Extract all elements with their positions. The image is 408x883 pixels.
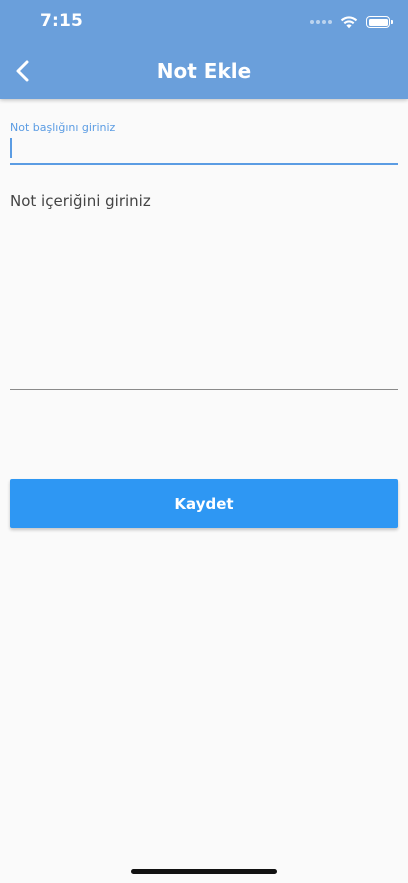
home-indicator: [131, 869, 277, 874]
wifi-icon: [340, 16, 358, 29]
text-cursor: [10, 138, 12, 158]
app-header: 7:15 Not Ekle: [0, 0, 408, 99]
note-title-field[interactable]: Not başlığını giriniz: [10, 121, 398, 165]
note-content-field[interactable]: [10, 186, 398, 390]
save-button[interactable]: Kaydet: [10, 479, 398, 528]
signal-icon: [310, 20, 332, 24]
status-icons: [310, 13, 393, 31]
note-title-input[interactable]: [10, 137, 390, 159]
note-content-input[interactable]: [10, 186, 390, 372]
note-title-label: Not başlığını giriniz: [10, 121, 116, 134]
page-title: Not Ekle: [156, 59, 252, 83]
status-time: 7:15: [40, 11, 84, 31]
battery-icon: [366, 16, 393, 28]
